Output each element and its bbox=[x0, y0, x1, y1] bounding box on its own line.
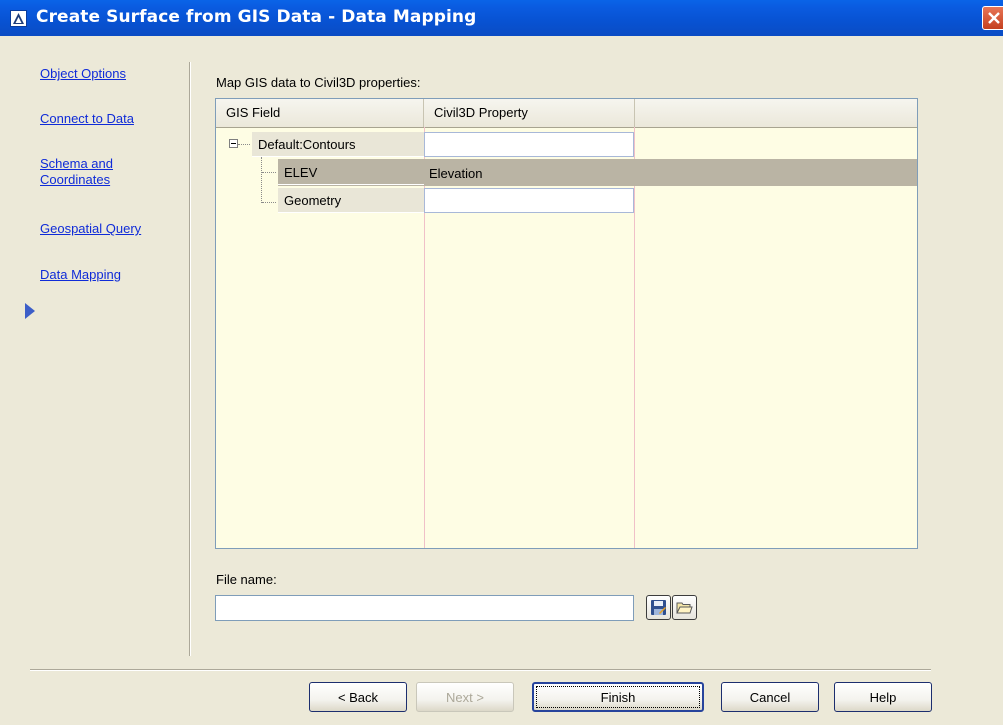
row-property-default-contours[interactable] bbox=[424, 132, 634, 157]
open-folder-icon[interactable] bbox=[672, 595, 697, 620]
row-field-geometry[interactable]: Geometry bbox=[278, 188, 424, 213]
grid-header: GIS Field Civil3D Property bbox=[216, 99, 917, 128]
map-label: Map GIS data to Civil3D properties: bbox=[216, 75, 421, 90]
step-connect-to-data[interactable]: Connect to Data bbox=[40, 111, 134, 127]
civil3d-app-icon bbox=[10, 10, 27, 27]
step-geospatial-query[interactable]: Geospatial Query bbox=[40, 221, 141, 237]
column-header-gis-field[interactable]: GIS Field bbox=[216, 99, 424, 127]
row-property-geometry[interactable] bbox=[424, 188, 634, 213]
file-name-label: File name: bbox=[216, 572, 277, 587]
column-divider bbox=[634, 127, 635, 548]
cancel-button[interactable]: Cancel bbox=[721, 682, 819, 712]
step-schema-and-coordinates[interactable]: Schema and Coordinates bbox=[40, 156, 150, 188]
row-field-elev[interactable]: ELEV bbox=[278, 160, 424, 185]
step-object-options[interactable]: Object Options bbox=[40, 66, 126, 82]
collapse-icon[interactable] bbox=[229, 139, 238, 148]
tree-connector bbox=[262, 172, 276, 173]
tree-connector bbox=[261, 157, 262, 203]
arrow-right-icon bbox=[25, 303, 35, 322]
finish-button[interactable]: Finish bbox=[532, 682, 704, 712]
back-button[interactable]: < Back bbox=[309, 682, 407, 712]
step-data-mapping[interactable]: Data Mapping bbox=[40, 267, 121, 283]
save-icon[interactable] bbox=[646, 595, 671, 620]
row-field-default-contours[interactable]: Default:Contours bbox=[252, 132, 424, 157]
tree-connector bbox=[262, 202, 276, 203]
mapping-grid[interactable]: GIS Field Civil3D Property Default:Conto… bbox=[215, 98, 918, 549]
close-icon[interactable] bbox=[982, 6, 1003, 30]
horizontal-divider bbox=[30, 669, 931, 671]
file-name-input[interactable] bbox=[215, 595, 634, 621]
vertical-divider bbox=[189, 62, 191, 656]
wizard-steps-sidebar: Object Options Connect to Data Schema an… bbox=[0, 36, 190, 656]
row-property-elev[interactable]: Elevation bbox=[424, 160, 634, 185]
title-bar: Create Surface from GIS Data - Data Mapp… bbox=[0, 0, 1003, 36]
column-header-civil3d-property[interactable]: Civil3D Property bbox=[424, 99, 635, 127]
next-button[interactable]: Next > bbox=[416, 682, 514, 712]
window-title: Create Surface from GIS Data - Data Mapp… bbox=[36, 7, 477, 27]
help-button[interactable]: Help bbox=[834, 682, 932, 712]
tree-connector bbox=[238, 144, 250, 145]
